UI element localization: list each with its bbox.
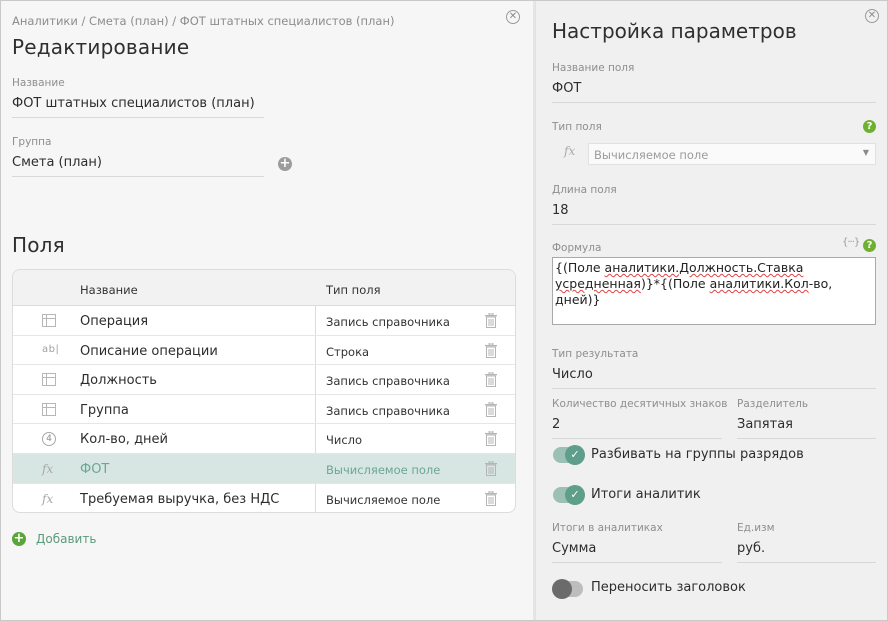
row-field-type: Строка [326,344,370,359]
check-icon: ✓ [565,485,585,505]
row-field-type: Запись справочника [326,374,450,389]
name-input[interactable]: ФОТ штатных специалистов (план) [12,96,255,111]
row-field-type: Запись справочника [326,315,450,329]
row-field-type: Запись справочника [326,403,450,418]
trash-icon[interactable] [485,312,497,328]
group-digits-label: Разбивать на группы разрядов [591,447,804,462]
row-field-name: Кол-во, дней [80,432,168,448]
fields-title: Поля [12,233,65,257]
row-field-name: Описание операции [80,343,218,359]
formula-help-icon[interactable]: ? [863,239,876,252]
name-underline [12,117,264,118]
totals-toggle[interactable]: ✓ [553,485,585,505]
trash-icon[interactable] [485,490,497,506]
add-field-label: Добавить [36,532,97,546]
unit-label: Ед.изм [737,522,775,534]
result-type-underline [552,388,876,389]
check-icon: ✓ [565,445,585,465]
field-name-label: Название поля [552,62,635,74]
text-icon: ab| [42,343,60,355]
add-group-icon[interactable]: + [278,157,292,171]
table-row[interactable]: Группа Запись справочника [13,395,515,425]
formula-textarea[interactable]: {(Поле аналитики.Должность.Ставка усредн… [552,257,876,325]
totals-in-underline [552,562,722,563]
decimals-label: Количество десятичных знаков [552,398,728,410]
page-title: Редактирование [12,35,190,59]
settings-title: Настройка параметров [552,19,797,43]
wrap-header-toggle[interactable] [552,579,583,599]
number-icon: 4 [42,432,58,447]
formula-icon: fx [42,491,54,506]
formula-label: Формула [552,242,602,254]
group-digits-toggle[interactable]: ✓ [553,445,585,465]
group-input[interactable]: Смета (план) [12,155,102,170]
fields-table: Название Тип поля Операция Запись справоч… [12,269,516,513]
trash-icon[interactable] [485,430,497,447]
row-field-type: Число [326,433,363,448]
breadcrumb[interactable]: Аналитики / Смета (план) / ФОТ штатных с… [12,14,394,28]
separator-select[interactable]: Запятая [737,417,793,432]
field-type-value: Вычисляемое поле [594,148,709,162]
result-type-select[interactable]: Число [552,367,593,382]
field-type-select[interactable]: Вычисляемое поле ▼ [588,143,876,165]
row-field-name: Группа [80,402,129,418]
length-underline [552,224,876,225]
column-header-name: Название [80,283,138,297]
editor-panel: Аналитики / Смета (план) / ФОТ штатных с… [1,1,533,620]
close-settings-icon[interactable]: ✕ [865,9,879,23]
totals-in-label: Итоги в аналитиках [552,522,663,534]
field-name-underline [552,102,876,103]
trash-icon[interactable] [485,460,497,476]
field-type-help-icon[interactable]: ? [863,120,876,133]
formula-icon: fx [42,461,54,476]
unit-underline [737,562,876,563]
decimals-input[interactable]: 2 [552,417,560,432]
decimals-underline [552,438,722,439]
wrap-header-label: Переносить заголовок [591,580,746,595]
add-icon: + [12,531,26,546]
field-type-label: Тип поля [552,121,602,133]
totals-in-select[interactable]: Сумма [552,541,596,556]
row-field-type: Вычисляемое поле [326,462,441,477]
result-type-label: Тип результата [552,348,639,360]
separator-underline [737,438,876,439]
formula-type-icon: fx [564,144,576,158]
field-name-input[interactable]: ФОТ [552,81,581,96]
trash-icon[interactable] [485,342,497,358]
totals-label: Итоги аналитик [591,487,701,502]
group-label: Группа [12,136,52,148]
table-row[interactable]: 4 Кол-во, дней Число [13,424,515,454]
toggle-knob [552,579,572,599]
name-label: Название [12,77,65,89]
table-row[interactable]: fx ФОТ Вычисляемое поле [13,453,515,484]
directory-icon [42,373,58,387]
length-input[interactable]: 18 [552,203,569,218]
separator-label: Разделитель [737,398,809,410]
row-field-type: Вычисляемое поле [326,492,441,507]
row-field-name: Операция [80,314,149,329]
table-row[interactable]: fx Требуемая выручка, без НДС Вычисляемое … [13,484,515,512]
settings-panel: ✕ Настройка параметров Название поля ФОТ… [535,1,887,620]
row-field-name: Должность [80,373,157,389]
table-row[interactable]: Операция Запись справочника [13,306,515,336]
row-field-name: Требуемая выручка, без НДС [80,491,280,507]
row-field-name: ФОТ [80,461,110,477]
add-field-button[interactable]: + Добавить [12,532,96,546]
column-header-type: Тип поля [326,283,381,297]
table-header: Название Тип поля [13,270,515,306]
trash-icon[interactable] [485,371,497,388]
trash-icon[interactable] [485,401,497,417]
unit-input[interactable]: руб. [737,541,765,556]
directory-icon [42,402,58,417]
chevron-down-icon: ▼ [862,148,869,157]
group-underline [12,176,264,177]
table-row[interactable]: Должность Запись справочника [13,365,515,395]
braces-icon[interactable]: {···} [842,237,860,248]
close-editor-icon[interactable]: ✕ [506,10,520,24]
length-label: Длина поля [552,184,617,196]
directory-icon [42,314,58,328]
table-row[interactable]: ab| Описание операции Строка [13,336,515,366]
